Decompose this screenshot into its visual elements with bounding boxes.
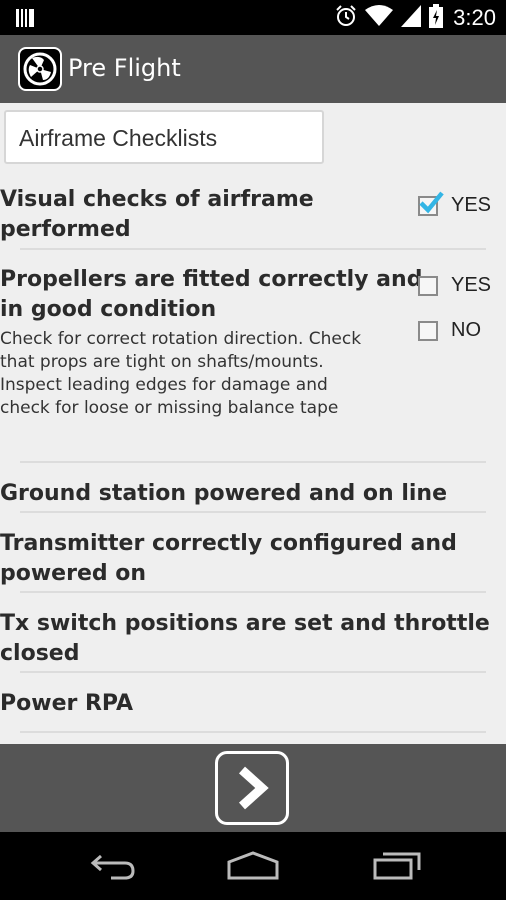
item-title-line: closed: [0, 641, 80, 666]
checkbox-box[interactable]: [418, 191, 444, 216]
item-description-line: that props are tight on shafts/mounts.: [0, 352, 324, 372]
back-button[interactable]: [82, 846, 142, 886]
recent-apps-button[interactable]: [366, 846, 426, 886]
item-description-line: check for loose or missing balance tape: [0, 398, 339, 418]
back-icon: [90, 854, 135, 880]
checkbox-box[interactable]: [418, 320, 438, 341]
no-checkbox[interactable]: NO: [418, 319, 481, 342]
status-bar: 3:20: [0, 0, 506, 35]
bottom-bar: [0, 744, 506, 832]
yes-checkbox[interactable]: YES: [418, 191, 492, 217]
item-title-line: Visual checks of airframe: [0, 187, 314, 212]
item-description-line: Inspect leading edges for damage and: [0, 375, 328, 395]
item-title-line: powered on: [0, 561, 147, 586]
divider: [20, 731, 486, 733]
item-description-line: Check for correct rotation direction. Ch…: [0, 329, 362, 349]
propeller-icon[interactable]: [18, 47, 62, 91]
yes-checkbox[interactable]: YES: [418, 274, 491, 297]
checklist-content[interactable]: Airframe Checklists Visual checks of air…: [0, 103, 506, 744]
item-title-line: Power RPA: [0, 691, 134, 716]
yes-label: YES: [451, 274, 492, 296]
recent-apps-icon: [373, 852, 421, 880]
next-button[interactable]: [215, 751, 289, 825]
navigation-bar: [0, 832, 506, 900]
divider: [20, 591, 486, 593]
page-title: Pre Flight: [68, 54, 181, 82]
section-header[interactable]: Airframe Checklists: [4, 110, 324, 164]
status-time: 3:20: [453, 5, 496, 30]
item-title-line: Tx switch positions are set and throttle: [0, 611, 490, 636]
wifi-icon: [365, 5, 394, 31]
item-title-line: Propellers are fitted correctly and: [0, 267, 423, 292]
chevron-right-icon: [238, 766, 269, 810]
signal-icon: [401, 5, 422, 31]
divider: [20, 671, 486, 673]
section-title: Airframe Checklists: [19, 125, 218, 151]
check-icon: [419, 191, 444, 213]
item-title-line: performed: [0, 217, 131, 242]
divider: [20, 248, 486, 250]
yes-label: YES: [451, 194, 492, 216]
divider: [20, 511, 486, 513]
alarm-icon: [335, 5, 357, 31]
home-button[interactable]: [223, 846, 283, 886]
checkbox-box[interactable]: [418, 275, 438, 296]
divider: [20, 461, 486, 463]
action-bar: Pre Flight: [0, 35, 506, 103]
notification-icon: [16, 9, 34, 31]
home-icon: [227, 851, 279, 880]
battery-icon: [429, 4, 444, 32]
item-title-line: Ground station powered and on line: [0, 481, 448, 506]
item-title-line: in good condition: [0, 297, 217, 322]
item-title-line: Transmitter correctly configured and: [0, 531, 457, 556]
no-label: NO: [451, 319, 481, 341]
